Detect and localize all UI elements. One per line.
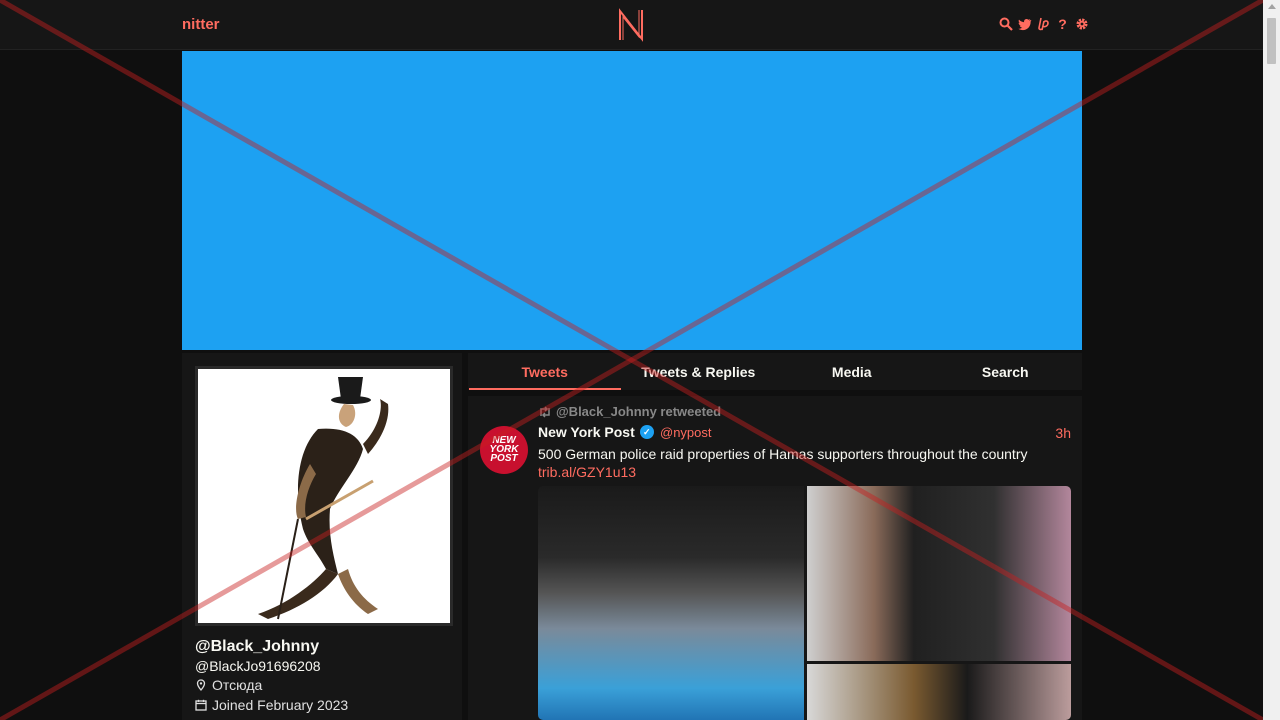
tweet-avatar[interactable]: NEW YORK POST [480,426,528,474]
timeline-tabs: Tweets Tweets & Replies Media Search [468,353,1082,390]
tab-tweets[interactable]: Tweets [468,353,622,390]
tweet-fullname[interactable]: New York Post ✓ [538,424,654,440]
tweet-handle[interactable]: @nypost [660,425,712,440]
scroll-up-arrow-icon[interactable] [1268,4,1276,9]
tab-search[interactable]: Search [929,353,1083,390]
tweet-content: 500 German police raid properties of Ham… [538,446,1028,462]
twitter-icon[interactable] [1017,16,1032,32]
location-pin-icon [196,679,206,691]
verified-icon: ✓ [639,425,654,439]
profile-handle[interactable]: @BlackJo91696208 [195,658,321,674]
location-text: Отсюда [212,677,263,693]
profile-fullname[interactable]: @Black_Johnny [195,638,319,656]
liberapay-icon[interactable] [1036,16,1051,32]
tweet-link[interactable]: trib.al/GZY1u13 [538,464,636,480]
tweet-image-3[interactable] [807,664,1071,720]
nitter-logo[interactable] [617,8,645,42]
gear-icon[interactable] [1074,16,1089,32]
nav-icons: ? [998,16,1089,32]
tweet-date[interactable]: 3h [1055,425,1071,441]
navbar: nitter ? [0,0,1263,50]
tweet-author-name[interactable]: New York Post [538,424,635,440]
striding-man-illustration [258,377,389,620]
tab-media[interactable]: Media [775,353,929,390]
profile-location: Отсюда [195,677,262,693]
avatar-frame[interactable] [195,366,453,626]
timeline: Tweets Tweets & Replies Media Search @Bl… [468,353,1082,720]
timeline-item[interactable]: @Black_Johnny retweeted NEW YORK POST Ne… [468,396,1082,720]
tweet-media-gallery [538,486,1071,720]
profile-banner[interactable] [182,51,1082,350]
scroll-thumb[interactable] [1267,18,1276,64]
help-icon[interactable]: ? [1055,16,1070,32]
retweet-header: @Black_Johnny retweeted [538,404,721,419]
tweet-image-2[interactable] [807,486,1071,661]
search-icon[interactable] [998,16,1013,32]
profile-card: @Black_Johnny @BlackJo91696208 Отсюда Jo… [182,353,462,720]
profile-avatar[interactable] [198,369,450,623]
tab-tweets-replies[interactable]: Tweets & Replies [622,353,776,390]
retweet-text: @Black_Johnny retweeted [556,404,722,419]
calendar-icon [195,699,207,711]
scrollbar[interactable] [1263,0,1280,720]
brand-link[interactable]: nitter [182,16,220,33]
joindate-text: Joined February 2023 [212,697,349,713]
tweet-image-1[interactable] [538,486,804,720]
profile-joindate: Joined February 2023 [195,697,348,713]
retweet-icon [540,405,550,418]
